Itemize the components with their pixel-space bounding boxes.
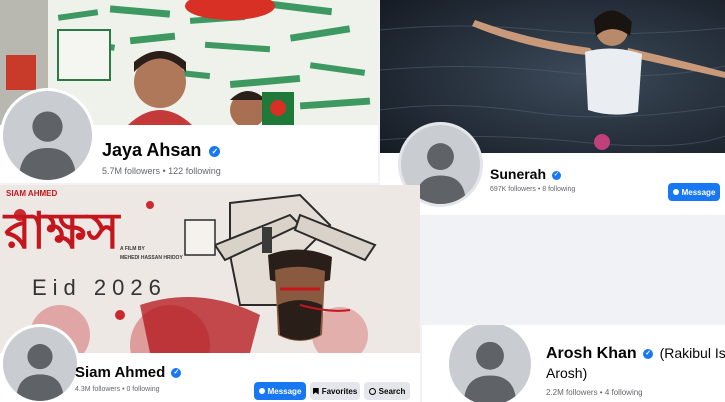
profile-name-line2: Arosh)	[546, 365, 588, 381]
messenger-icon	[672, 189, 679, 195]
profile-name-text: Arosh Khan	[546, 345, 637, 362]
verified-badge-icon: ✓	[551, 170, 561, 180]
profile-name-text: Sunerah	[490, 166, 547, 182]
search-button-label: Search	[378, 386, 406, 396]
message-button[interactable]: Message	[254, 382, 306, 400]
profile-card-sunerah: Sunerah ✓ 697K followers • 8 following M…	[380, 0, 725, 215]
message-button[interactable]: Message	[668, 183, 720, 201]
profile-name-arosh[interactable]: Arosh Khan ✓ (Rakibul Is	[546, 345, 725, 363]
poster-title: রাক্ষস	[4, 203, 120, 259]
verified-badge-icon: ✓	[209, 145, 221, 157]
messenger-icon	[258, 388, 265, 394]
verified-badge-icon: ✓	[171, 368, 182, 379]
follower-stats-siam: 4.3M followers • 0 following	[75, 386, 160, 393]
profile-card-siam: SIAM AHMED রাক্ষস A FILM BY MEHEDI HASSA…	[0, 185, 420, 402]
poster-film-credit: A FILM BY	[120, 246, 145, 252]
follower-stats-arosh: 2.2M followers • 4 following	[546, 388, 643, 397]
message-button-label: Message	[681, 187, 716, 197]
profile-card-arosh: Arosh Khan ✓ (Rakibul Is Arosh) 2.2M fol…	[422, 325, 725, 402]
poster-director: MEHEDI HASSAN HRIDOY	[120, 255, 183, 261]
favorites-button[interactable]: Favorites	[310, 382, 360, 400]
message-button-label: Message	[267, 386, 302, 396]
profile-name-siam[interactable]: Siam Ahmed ✓	[75, 364, 182, 381]
profile-name-suffix: (Rakibul Is	[659, 345, 725, 361]
poster-release: Eid 2026	[32, 275, 167, 300]
poster-top-credit: SIAM AHMED	[6, 189, 58, 198]
follower-stats-jaya: 5.7M followers • 122 following	[102, 166, 221, 176]
avatar-jaya[interactable]	[0, 88, 95, 183]
verified-badge-icon: ✓	[643, 348, 654, 359]
default-avatar-icon	[3, 327, 77, 401]
default-avatar-icon	[3, 91, 92, 180]
bookmark-icon	[312, 387, 319, 395]
profile-name-text: Jaya Ahsan	[102, 140, 202, 160]
profile-name-jaya[interactable]: Jaya Ahsan ✓	[102, 140, 221, 161]
avatar-siam[interactable]	[0, 324, 80, 402]
search-button[interactable]: Search	[364, 382, 410, 400]
profile-card-jaya: Jaya Ahsan ✓ 5.7M followers • 122 follow…	[0, 0, 378, 183]
follower-stats-sunerah: 697K followers • 8 following	[490, 186, 576, 193]
search-icon	[368, 387, 376, 395]
profile-name-sunerah[interactable]: Sunerah ✓	[490, 166, 561, 182]
avatar-arosh[interactable]	[446, 325, 534, 402]
default-avatar-icon	[449, 325, 531, 402]
profile-name-text: Siam Ahmed	[75, 364, 166, 381]
favorites-button-label: Favorites	[321, 386, 358, 396]
